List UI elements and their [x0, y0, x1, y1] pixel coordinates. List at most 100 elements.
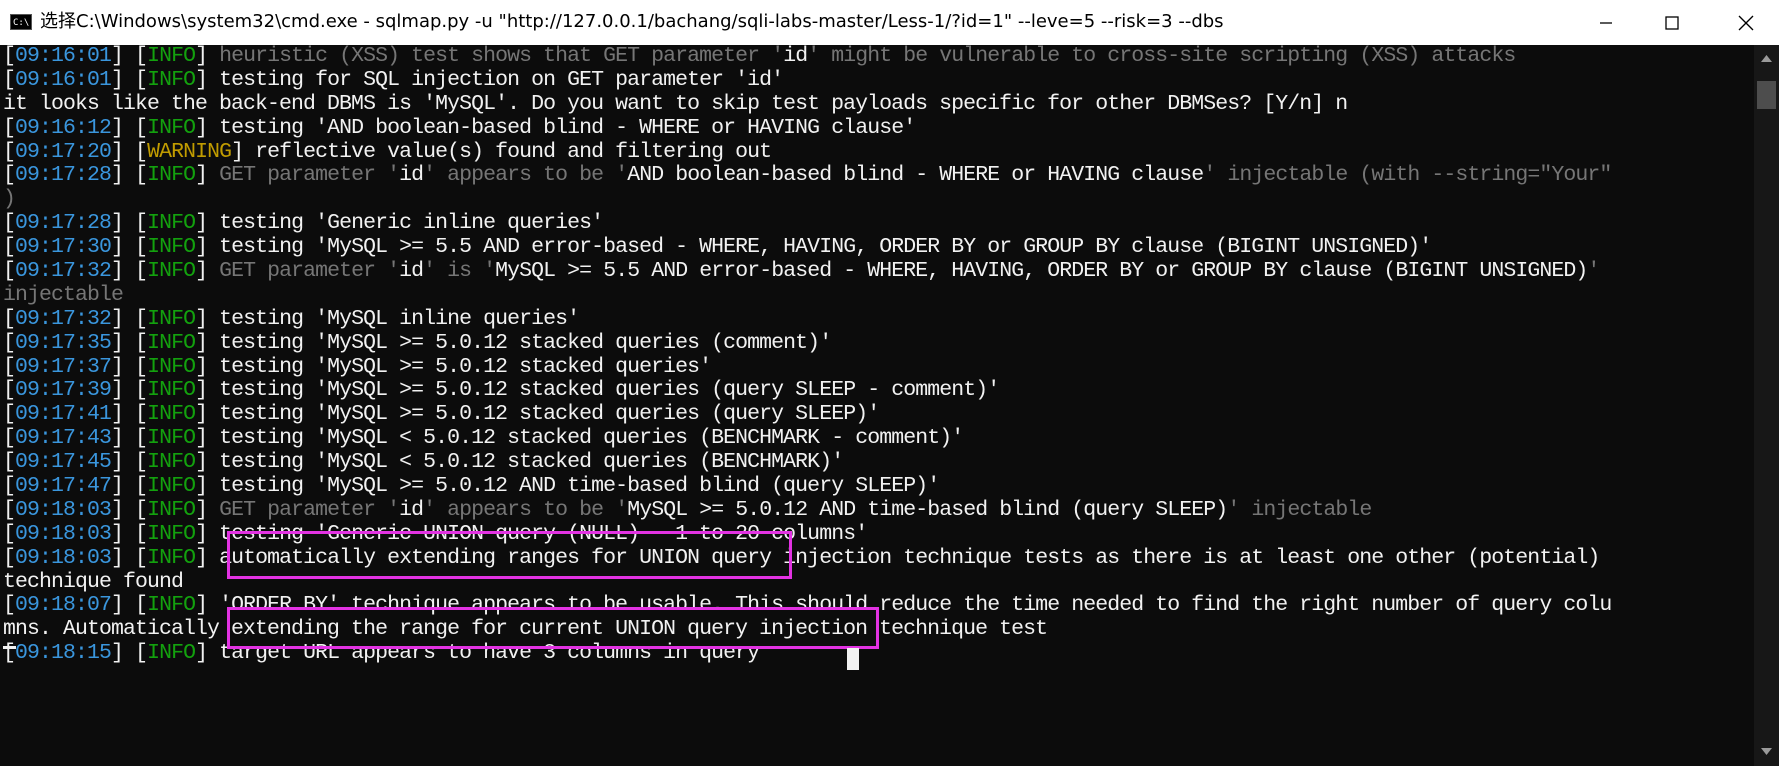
log-bracket: ] [ — [111, 115, 148, 140]
console-text: ] reflective value(s) found and filterin… — [231, 139, 772, 164]
console-text: ] testing 'MySQL >= 5.0.12 stacked queri… — [195, 402, 880, 427]
log-bracket: ] — [195, 45, 220, 68]
console-text: ) — [3, 187, 16, 212]
console-line: [09:17:47] [INFO] testing 'MySQL >= 5.0.… — [3, 474, 1753, 499]
console-line: [09:16:01] [INFO] testing for SQL inject… — [3, 67, 1753, 93]
console-text: ' appears to be ' — [423, 163, 628, 188]
log-bracket: ] [ — [111, 67, 148, 92]
console-line: [09:17:32] [INFO] testing 'MySQL inline … — [3, 306, 1753, 332]
console-text: ] testing 'MySQL < 5.0.12 stacked querie… — [195, 426, 964, 451]
log-level-info: INFO — [147, 306, 196, 331]
log-timestamp: 09:17:37 — [15, 354, 112, 379]
log-timestamp: 09:17:28 — [15, 163, 112, 188]
console-text: ] testing for SQL injection on GET param… — [195, 67, 784, 92]
log-bracket: ] — [195, 497, 220, 522]
console-text: ' appears to be ' — [423, 497, 628, 522]
log-bracket: ] [ — [111, 139, 148, 164]
log-bracket: ] [ — [111, 593, 148, 618]
log-level-info: INFO — [147, 402, 196, 427]
log-timestamp: 09:18:15 — [15, 641, 112, 666]
log-timestamp: 09:17:30 — [15, 235, 112, 260]
console-output[interactable]: [09:16:01] [INFO] heuristic (XSS) test s… — [0, 45, 1754, 766]
scroll-thumb[interactable] — [1757, 81, 1776, 109]
console-line: [09:17:39] [INFO] testing 'MySQL >= 5.0.… — [3, 379, 1753, 403]
log-timestamp: 09:18:03 — [15, 545, 112, 570]
console-text: ] testing 'MySQL >= 5.0.12 stacked queri… — [195, 354, 712, 379]
window-title: 选择C:\Windows\system32\cmd.exe - sqlmap.p… — [40, 11, 1224, 32]
console-text: ] testing 'MySQL >= 5.5 AND error-based … — [195, 235, 1432, 260]
log-bracket: ] [ — [111, 474, 148, 499]
console-text: ] testing 'MySQL inline queries' — [195, 306, 580, 331]
log-bracket: [ — [3, 497, 16, 522]
highlight-box-order-by — [227, 531, 792, 579]
log-bracket: [ — [3, 259, 16, 284]
vertical-scrollbar[interactable] — [1754, 45, 1779, 766]
log-timestamp: 09:18:07 — [15, 593, 112, 618]
console-text: ' injectable — [1227, 497, 1372, 522]
log-bracket: [ — [3, 474, 16, 499]
log-bracket: ] — [195, 163, 220, 188]
console-text: GET parameter ' — [219, 163, 400, 188]
console-line: it looks like the back-end DBMS is 'MySQ… — [3, 91, 1753, 117]
console-text: ' is ' — [423, 259, 496, 284]
scroll-down-arrow-icon — [1761, 748, 1772, 755]
text-cursor — [3, 646, 16, 649]
log-bracket: [ — [3, 306, 16, 331]
cmd-app-icon[interactable]: C:\ — [10, 14, 32, 30]
console-text: ] testing 'MySQL < 5.0.12 stacked querie… — [195, 450, 844, 475]
console-text: MySQL >= 5.0.12 AND time-based blind (qu… — [627, 497, 1228, 522]
log-bracket: ] [ — [111, 354, 148, 379]
console-text: GET parameter ' — [219, 259, 400, 284]
console-text: ' might be vulnerable to cross-site scri… — [807, 45, 1516, 68]
console-line: [09:17:45] [INFO] testing 'MySQL < 5.0.1… — [3, 450, 1753, 475]
console-text: ] testing 'MySQL >= 5.0.12 stacked queri… — [195, 378, 1000, 403]
log-bracket: [ — [3, 426, 16, 451]
console-line: [09:16:12] [INFO] testing 'AND boolean-b… — [3, 115, 1753, 141]
log-bracket: [ — [3, 211, 16, 236]
log-bracket: [ — [3, 545, 16, 570]
console-text: ] testing 'AND boolean-based blind - WHE… — [195, 115, 916, 140]
close-button[interactable] — [1717, 0, 1775, 45]
console-text: injectable — [3, 282, 124, 307]
scroll-down-button[interactable] — [1754, 738, 1779, 766]
log-timestamp: 09:17:32 — [15, 259, 112, 284]
console-text: ' injectable (with --string="Your" — [1203, 163, 1612, 188]
log-timestamp: 09:16:01 — [15, 67, 112, 92]
log-level-info: INFO — [147, 521, 196, 546]
title-bar[interactable]: C:\ 选择C:\Windows\system32\cmd.exe - sqlm… — [0, 0, 1779, 45]
log-timestamp: 09:17:47 — [15, 474, 112, 499]
log-timestamp: 09:18:03 — [15, 497, 112, 522]
console-line: [09:17:30] [INFO] testing 'MySQL >= 5.5 … — [3, 235, 1753, 260]
console-line: [09:17:32] [INFO] GET parameter 'id' is … — [3, 259, 1753, 284]
console-text: GET parameter ' — [219, 497, 400, 522]
maximize-button[interactable] — [1643, 0, 1701, 45]
log-bracket: ] — [195, 259, 220, 284]
log-bracket: [ — [3, 641, 16, 666]
log-level-info: INFO — [147, 378, 196, 403]
log-level-info: INFO — [147, 67, 196, 92]
log-level-warning: WARNING — [147, 139, 232, 164]
console-line: [09:17:37] [INFO] testing 'MySQL >= 5.0.… — [3, 354, 1753, 380]
console-text: ] testing 'MySQL >= 5.0.12 AND time-base… — [195, 474, 940, 499]
console-line: [09:17:41] [INFO] testing 'MySQL >= 5.0.… — [3, 402, 1753, 427]
log-bracket: ] [ — [111, 450, 148, 475]
scroll-up-arrow-icon — [1761, 55, 1772, 62]
console-line: ) — [3, 187, 1753, 212]
log-level-info: INFO — [147, 259, 196, 284]
scroll-up-button[interactable] — [1754, 45, 1779, 73]
log-level-info: INFO — [147, 163, 196, 188]
log-timestamp: 09:18:03 — [15, 521, 112, 546]
log-bracket: [ — [3, 163, 16, 188]
log-level-info: INFO — [147, 545, 196, 570]
log-level-info: INFO — [147, 450, 196, 475]
console-text: it looks like the back-end DBMS is 'MySQ… — [3, 91, 1348, 116]
minimize-button[interactable] — [1577, 0, 1635, 45]
log-bracket: [ — [3, 378, 16, 403]
log-timestamp: 09:16:12 — [15, 115, 112, 140]
log-level-info: INFO — [147, 45, 196, 68]
log-level-info: INFO — [147, 641, 196, 666]
log-level-info: INFO — [147, 211, 196, 236]
console-text: ] testing 'MySQL >= 5.0.12 stacked queri… — [195, 330, 832, 355]
console-text: ' — [1587, 259, 1600, 284]
console-text: ] testing 'Generic inline queries' — [195, 211, 604, 236]
